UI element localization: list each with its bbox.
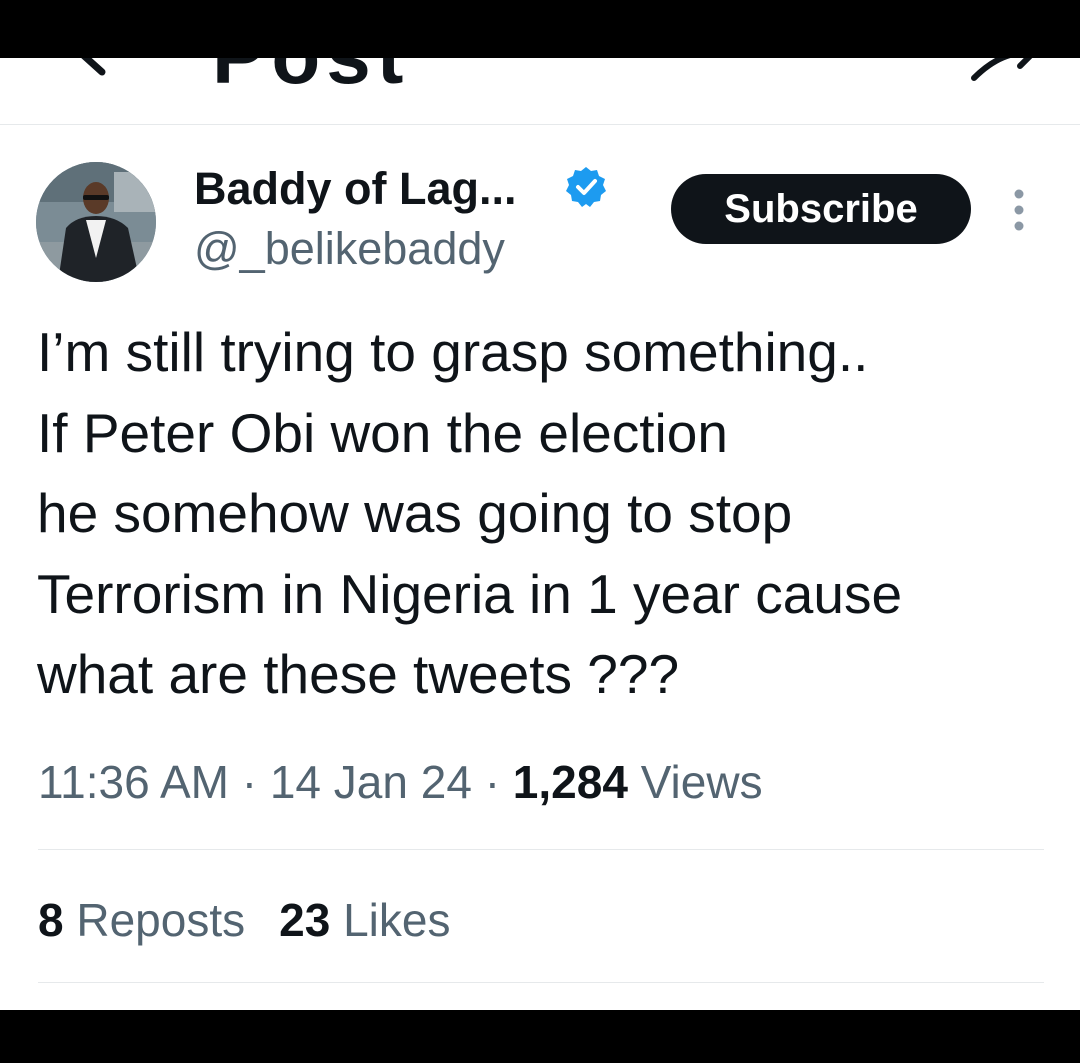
verified-badge-icon [566,167,606,207]
top-black-bar [0,0,1080,58]
bottom-black-bar [0,1010,1080,1063]
author-display-name[interactable]: Baddy of Lag... [194,162,517,216]
divider [38,982,1044,983]
reposts-label: Reposts [76,894,246,946]
views-label: Views [640,756,763,808]
author-handle[interactable]: @_belikebaddy [194,222,505,276]
tweet-line: he somehow was going to stop [37,482,793,544]
tweet-date[interactable]: 14 Jan 24 [270,756,472,808]
tweet-line: what are these tweets ??? [37,643,680,705]
tweet-meta: 11:36 AM · 14 Jan 24 · 1,284 Views [38,752,763,812]
post-header: Post [0,58,1080,125]
page-title: Post [212,58,409,106]
tweet-time[interactable]: 11:36 AM [38,756,229,808]
divider [38,849,1044,850]
likes-stat[interactable]: 23 Likes [279,894,450,946]
more-options-icon[interactable] [1008,188,1030,232]
likes-label: Likes [343,894,451,946]
tweet-line: Terrorism in Nigeria in 1 year cause [37,562,903,625]
views-count: 1,284 [512,756,628,808]
avatar[interactable] [36,162,156,282]
reposts-stat[interactable]: 8 Reposts [38,894,245,946]
back-arrow-icon[interactable] [62,58,122,84]
subscribe-button[interactable]: Subscribe [671,174,971,244]
engagement-stats: 8 Reposts 23 Likes [38,890,450,950]
tweet-line: If Peter Obi won the election [37,401,728,464]
reposts-count: 8 [38,894,64,946]
likes-count: 23 [279,894,331,946]
meta-separator: · [484,756,501,808]
tweet-line: I’m still trying to grasp something.. [37,321,869,383]
share-icon[interactable] [968,58,1040,88]
tweet-text: I’m still trying to grasp something.. If… [37,312,1057,715]
meta-separator: · [241,756,258,808]
